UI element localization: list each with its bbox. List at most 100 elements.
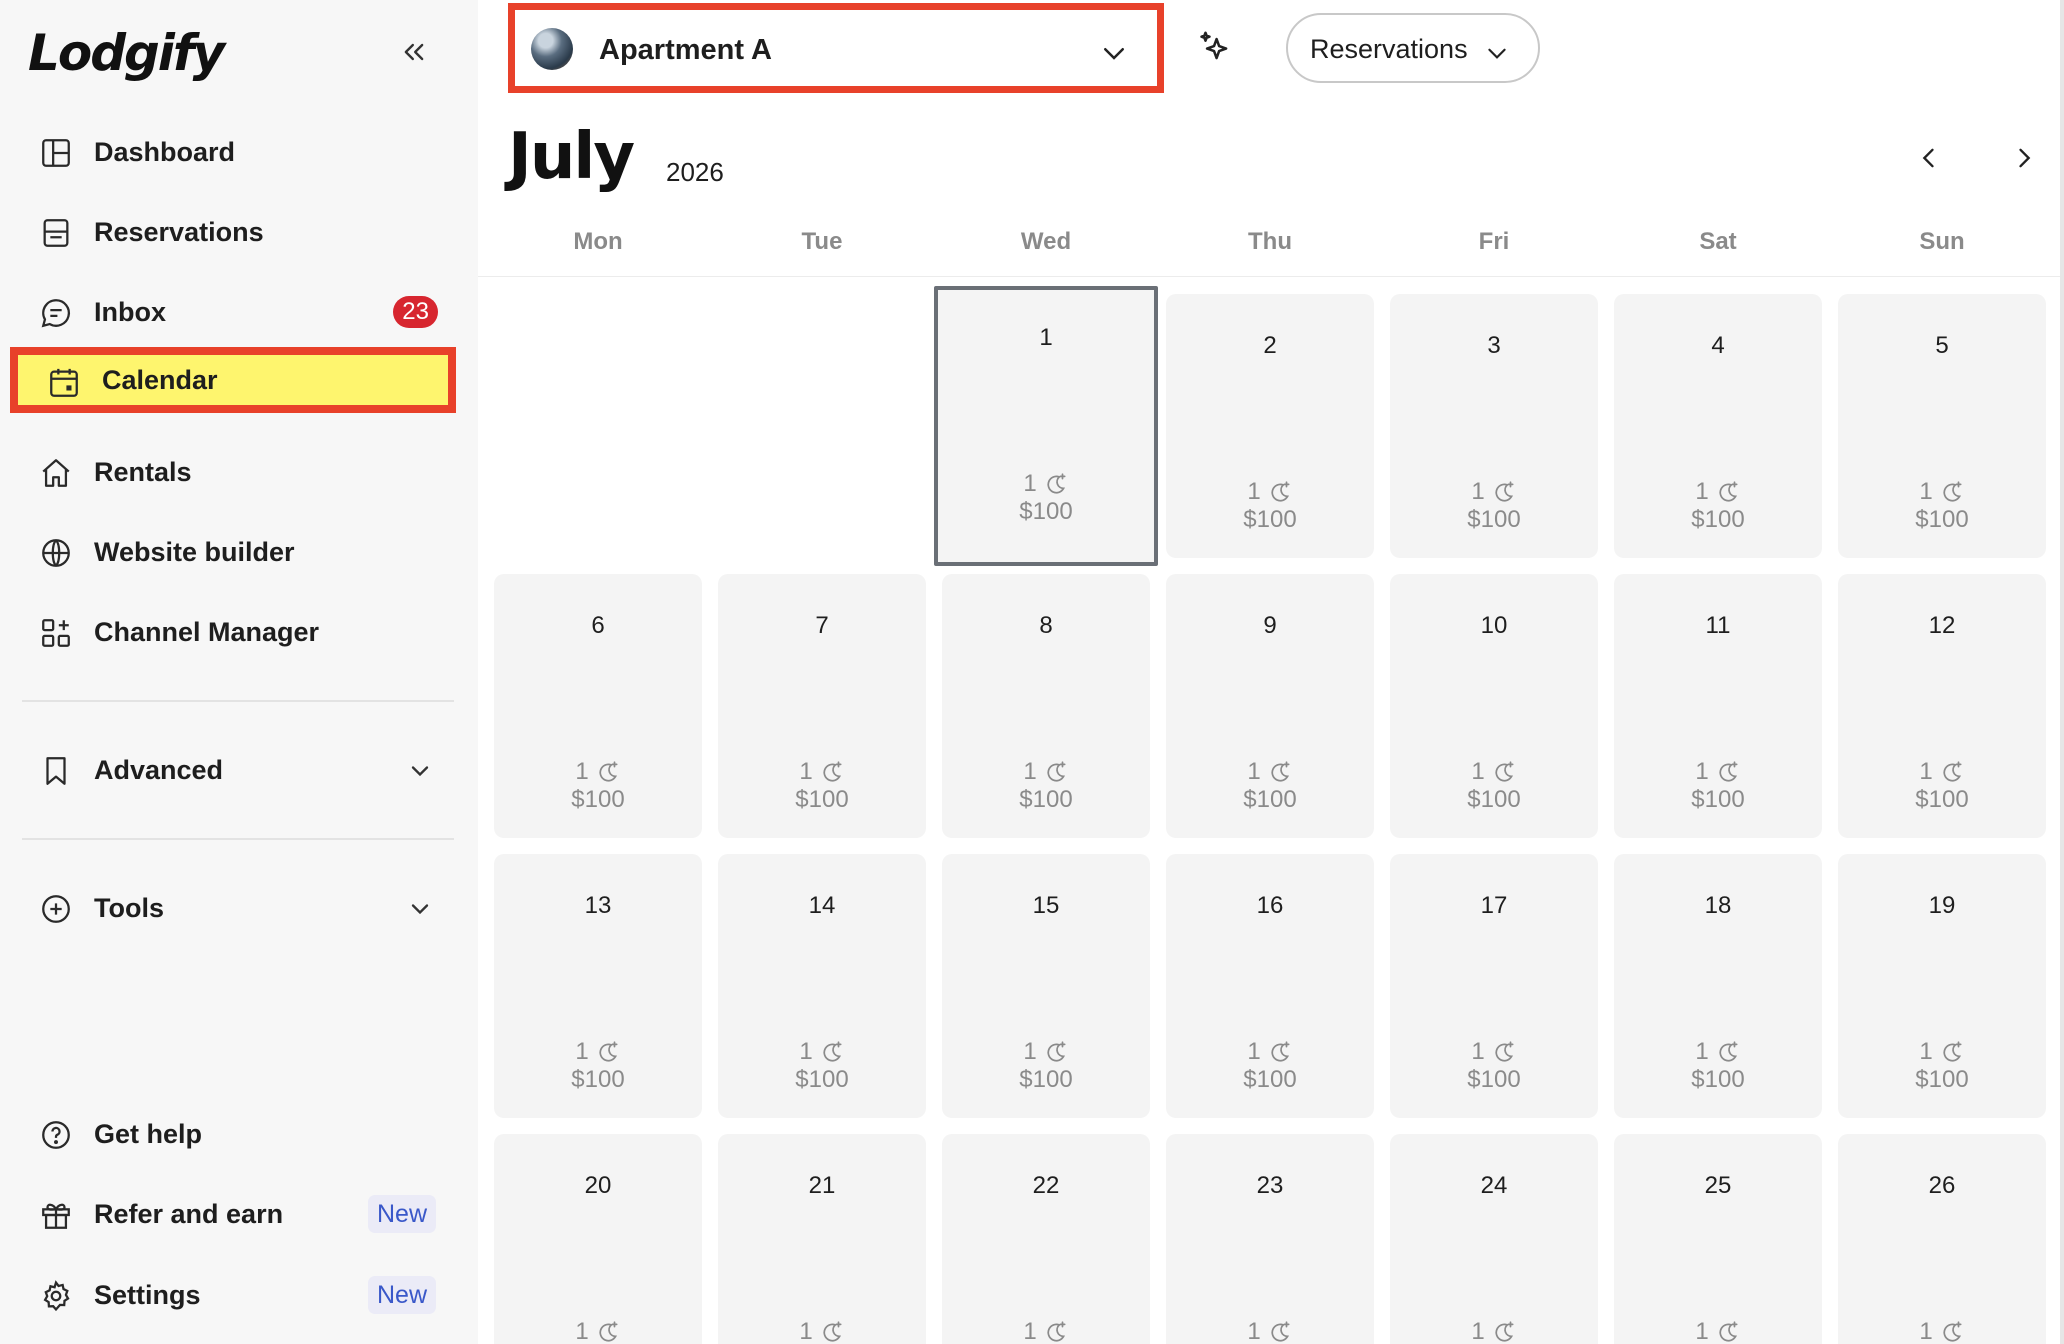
weekday-header: Sun (1919, 228, 1965, 255)
sidebar-item-label: Refer and earn (94, 1198, 284, 1229)
moon-icon (595, 759, 621, 785)
sidebar-item-inbox[interactable]: Inbox 23 (20, 279, 456, 345)
moon-icon (1043, 1039, 1069, 1065)
calendar-day-cell[interactable]: 23 1 (1166, 1134, 1374, 1344)
weekday-header: Fri (1478, 228, 1510, 255)
calendar-day-cell[interactable]: 17 1 $100 (1390, 854, 1598, 1118)
previous-month-button[interactable] (1909, 138, 1949, 178)
scrollbar[interactable] (2060, 0, 2064, 1344)
calendar-day-cell[interactable]: 18 1 $100 (1614, 854, 1822, 1118)
day-price: $100 (571, 1066, 625, 1093)
next-month-button[interactable] (2004, 138, 2044, 178)
calendar-icon (46, 365, 82, 401)
min-nights-value: 1 (1695, 758, 1709, 785)
calendar-day-cell[interactable]: 9 1 $100 (1166, 574, 1374, 838)
calendar-day-cell[interactable]: 1 1 $100 (934, 286, 1158, 566)
min-nights-value: 1 (1023, 758, 1037, 785)
sidebar-item-label: Calendar (102, 364, 218, 395)
inbox-count-badge: 23 (393, 296, 438, 328)
calendar-day-cell[interactable]: 22 1 (942, 1134, 1150, 1344)
calendar-day-cell[interactable]: 11 1 $100 (1614, 574, 1822, 838)
sidebar-item-refer-and-earn[interactable]: Refer and earn New (20, 1181, 456, 1247)
sidebar-item-advanced[interactable]: Advanced (20, 737, 456, 803)
calendar-day-cell[interactable]: 12 1 $100 (1838, 574, 2046, 838)
day-number: 18 (1704, 892, 1732, 919)
min-nights: 1 (494, 758, 702, 786)
day-number: 10 (1480, 612, 1508, 639)
min-nights: 1 (1614, 1318, 1822, 1344)
sidebar-item-label: Tools (94, 892, 164, 923)
min-nights-value: 1 (1247, 478, 1261, 505)
calendar-day-cell[interactable]: 15 1 $100 (942, 854, 1150, 1118)
day-price: $100 (1467, 506, 1521, 533)
calendar-day-cell[interactable]: 3 1 $100 (1390, 294, 1598, 558)
day-number: 11 (1705, 612, 1731, 639)
calendar-day-cell[interactable]: 26 1 (1838, 1134, 2046, 1344)
chevron-down-icon (411, 766, 429, 777)
calendar-day-cell[interactable]: 7 1 $100 (718, 574, 926, 838)
calendar-day-cell[interactable]: 21 1 (718, 1134, 926, 1344)
calendar-day-cell[interactable]: 4 1 $100 (1614, 294, 1822, 558)
day-number: 22 (1032, 1172, 1060, 1199)
sparkle-icon (1200, 31, 1228, 60)
bookmark-icon (38, 753, 74, 789)
calendar-day-cell[interactable]: 16 1 $100 (1166, 854, 1374, 1118)
moon-icon (1939, 759, 1965, 785)
sidebar-item-reservations[interactable]: Reservations (20, 199, 456, 265)
sidebar-item-label: Rentals (94, 456, 192, 487)
min-nights: 1 (718, 1038, 926, 1066)
calendar-day-cell[interactable]: 2 1 $100 (1166, 294, 1374, 558)
moon-icon (1043, 759, 1069, 785)
sidebar-item-label: Get help (94, 1118, 203, 1149)
sidebar-item-dashboard[interactable]: Dashboard (20, 119, 456, 185)
calendar-day-cell[interactable]: 25 1 (1614, 1134, 1822, 1344)
min-nights-value: 1 (1919, 1318, 1933, 1344)
day-price: $100 (1243, 1066, 1297, 1093)
calendar-day-cell[interactable]: 5 1 $100 (1838, 294, 2046, 558)
min-nights-value: 1 (1023, 1038, 1037, 1065)
calendar-day-cell[interactable]: 24 1 (1390, 1134, 1598, 1344)
moon-icon (1715, 759, 1741, 785)
calendar-day-cell[interactable]: 20 1 (494, 1134, 702, 1344)
sidebar-item-get-help[interactable]: Get help (20, 1101, 456, 1167)
sidebar-item-settings[interactable]: Settings New (20, 1262, 456, 1328)
new-badge: New (367, 1195, 436, 1233)
calendar-day-cell[interactable]: 14 1 $100 (718, 854, 926, 1118)
collapse-sidebar-button[interactable] (386, 26, 442, 78)
moon-icon (819, 759, 845, 785)
sidebar-item-calendar[interactable]: Calendar (10, 347, 456, 413)
day-price: $100 (795, 786, 849, 813)
help-icon (38, 1117, 74, 1153)
sidebar-item-label: Inbox (94, 296, 166, 327)
min-nights: 1 (1614, 1038, 1822, 1066)
sidebar-item-label: Website builder (94, 536, 295, 567)
calendar-day-cell[interactable]: 8 1 $100 (942, 574, 1150, 838)
sidebar-item-tools[interactable]: Tools (20, 875, 456, 941)
min-nights-value: 1 (575, 1318, 589, 1344)
day-price: $100 (1691, 506, 1745, 533)
sidebar-item-rentals[interactable]: Rentals (20, 439, 456, 505)
sidebar-item-website-builder[interactable]: Website builder (20, 519, 456, 585)
min-nights-value: 1 (799, 1038, 813, 1065)
lodgify-logo[interactable]: Lodgify (28, 24, 225, 82)
weekday-divider (478, 276, 2064, 277)
day-number: 20 (584, 1172, 612, 1199)
calendar-day-cell[interactable]: 13 1 $100 (494, 854, 702, 1118)
moon-icon (1939, 1039, 1965, 1065)
property-selector[interactable]: Apartment A (508, 3, 1164, 93)
calendar-day-cell[interactable]: 6 1 $100 (494, 574, 702, 838)
sidebar-item-channel-manager[interactable]: Channel Manager (20, 599, 456, 665)
moon-icon (1939, 1319, 1965, 1344)
min-nights-value: 1 (1919, 1038, 1933, 1065)
view-dropdown[interactable]: Reservations (1286, 13, 1540, 83)
min-nights: 1 (1838, 478, 2046, 506)
calendar-day-cell[interactable]: 19 1 $100 (1838, 854, 2046, 1118)
min-nights-value: 1 (799, 758, 813, 785)
min-nights-value: 1 (799, 1318, 813, 1344)
calendar-day-cell[interactable]: 10 1 $100 (1390, 574, 1598, 838)
double-chevron-left-icon (404, 43, 424, 61)
ai-sparkle-button[interactable] (1196, 28, 1234, 71)
chevron-right-icon (2019, 148, 2031, 168)
day-price: $100 (1019, 786, 1073, 813)
weekday-header: Thu (1248, 228, 1292, 255)
